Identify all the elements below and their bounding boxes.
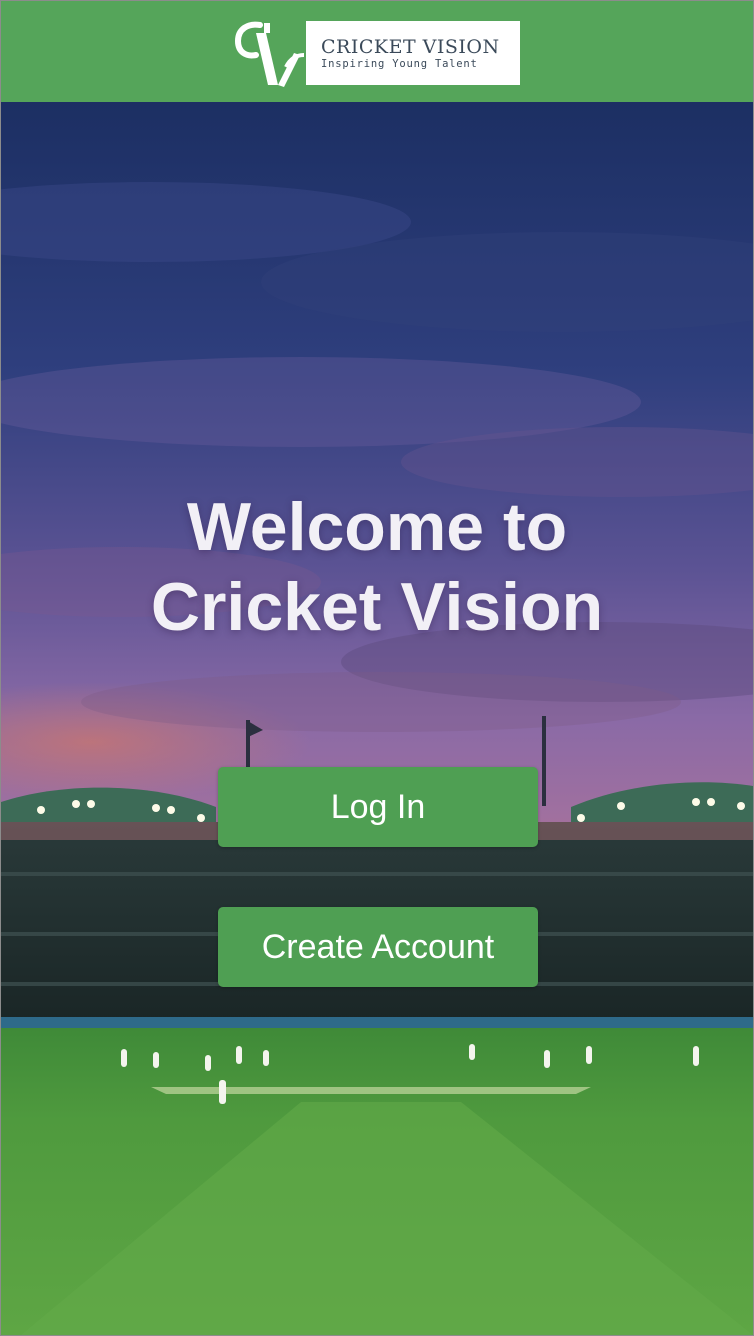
create-account-button[interactable]: Create Account xyxy=(218,907,538,987)
logo-title: CRICKET VISION xyxy=(321,36,500,58)
app-frame: CRICKET VISION Inspiring Young Talent We… xyxy=(0,0,754,1336)
app-header: CRICKET VISION Inspiring Young Talent xyxy=(1,1,753,102)
welcome-heading: Welcome to Cricket Vision xyxy=(1,487,753,647)
logo-text-box: CRICKET VISION Inspiring Young Talent xyxy=(306,21,520,85)
welcome-line-2: Cricket Vision xyxy=(150,569,604,645)
welcome-line-1: Welcome to xyxy=(186,489,568,565)
stadium-illustration xyxy=(1,102,753,1335)
hero-stadium-background: Welcome to Cricket Vision Log In Create … xyxy=(1,102,753,1335)
cricket-vision-logo-mark xyxy=(234,21,305,87)
brand-logo: CRICKET VISION Inspiring Young Talent xyxy=(234,19,522,87)
logo-tagline: Inspiring Young Talent xyxy=(321,58,478,70)
login-button[interactable]: Log In xyxy=(218,767,538,847)
